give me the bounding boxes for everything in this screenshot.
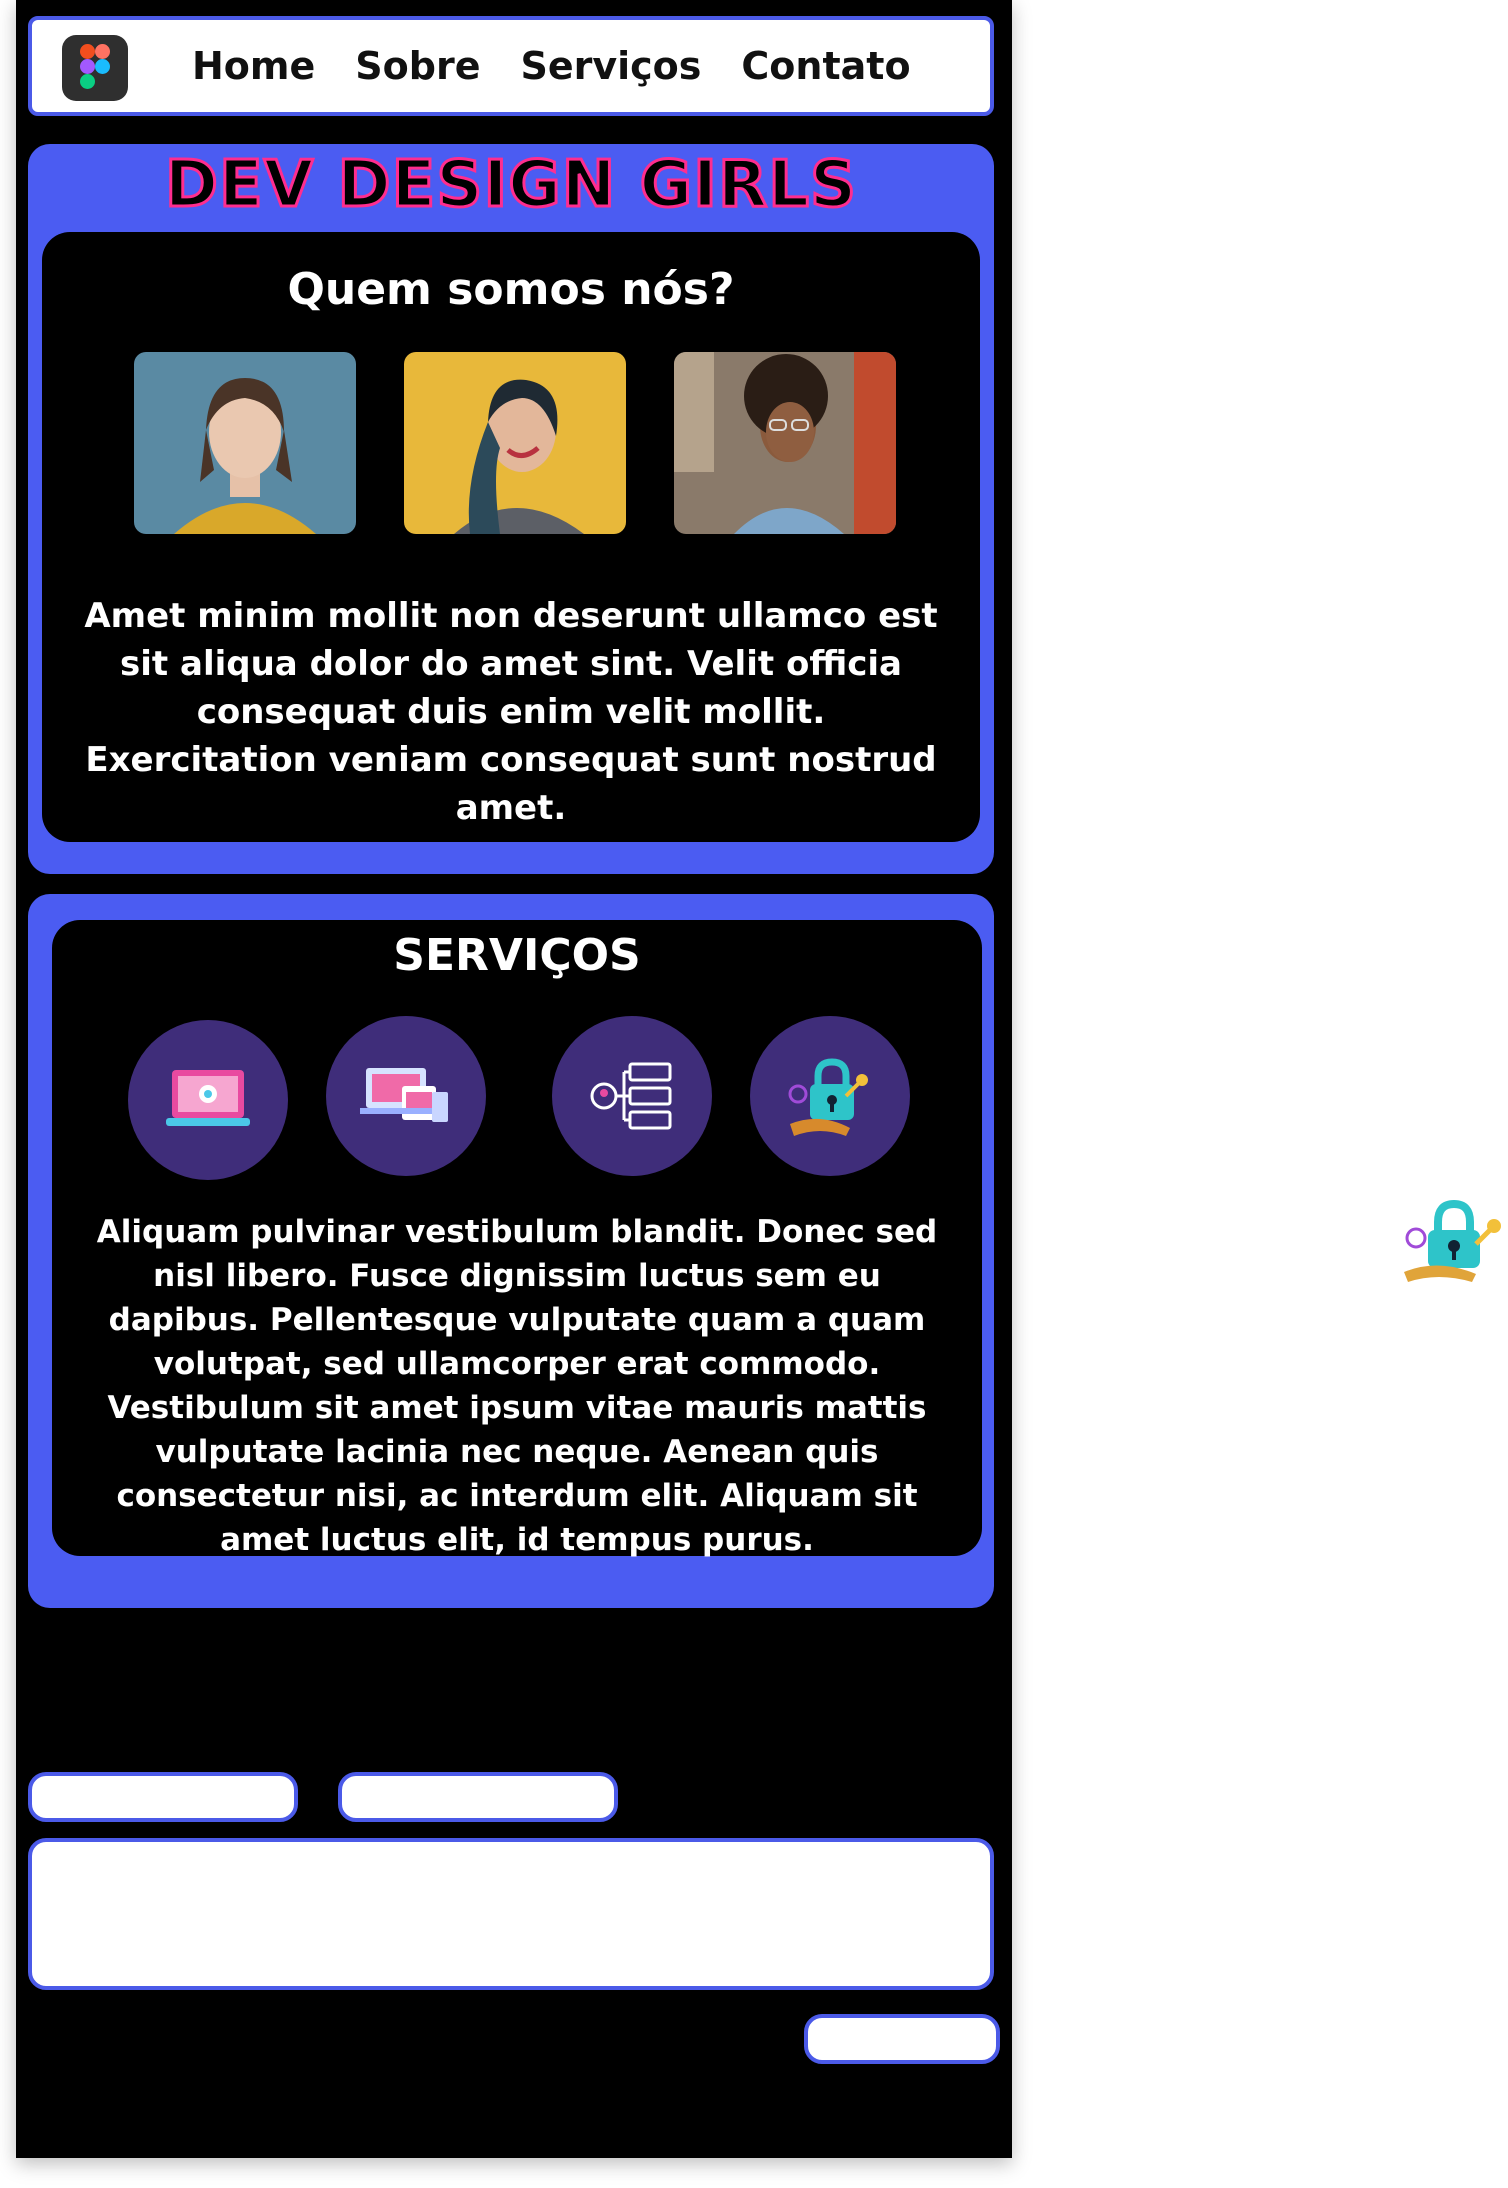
team-photo-1 <box>134 352 356 534</box>
services-title: SERVIÇOS <box>393 930 641 981</box>
page-frame: Home Sobre Serviços Contato DEV DESIGN G… <box>16 0 1012 2158</box>
about-card: Quem somos nós? Amet minim mollit non de… <box>42 232 980 842</box>
services-text: Aliquam pulvinar vestibulum blandit. Don… <box>96 1214 938 1558</box>
services-card: SERVIÇOS Aliquam pulvinar vestibulum bla… <box>52 920 982 1558</box>
nav-servicos[interactable]: Serviços <box>520 44 701 88</box>
nav-contato[interactable]: Contato <box>741 44 910 88</box>
navbar: Home Sobre Serviços Contato <box>28 16 994 116</box>
nav-home[interactable]: Home <box>192 44 315 88</box>
about-section: DEV DESIGN GIRLS Quem somos nós? Amet mi… <box>28 144 994 874</box>
figma-logo-icon[interactable] <box>62 35 128 101</box>
nav-sobre[interactable]: Sobre <box>355 44 480 88</box>
about-text: Amet minim mollit non deserunt ullamco e… <box>84 596 938 828</box>
responsive-devices-icon <box>326 1016 486 1176</box>
brand-title: DEV DESIGN GIRLS <box>163 147 858 224</box>
services-section: SERVIÇOS Aliquam pulvinar vestibulum bla… <box>28 894 994 1608</box>
email-input[interactable] <box>342 1776 614 1818</box>
user-flow-list-icon <box>552 1016 712 1176</box>
email-field[interactable] <box>338 1772 618 1822</box>
security-lock-icon <box>1402 1198 1506 1288</box>
message-field[interactable] <box>28 1838 994 1990</box>
security-lock-icon <box>750 1016 910 1176</box>
nav-links: Home Sobre Serviços Contato <box>192 20 911 112</box>
message-input[interactable] <box>32 1842 990 1986</box>
team-photo-3 <box>674 352 896 534</box>
team-photo-2 <box>404 352 626 534</box>
send-button[interactable] <box>804 2014 1000 2064</box>
name-field[interactable] <box>28 1772 298 1822</box>
about-title: Quem somos nós? <box>287 264 735 315</box>
ui-design-laptop-icon <box>128 1020 288 1180</box>
name-input[interactable] <box>32 1776 294 1818</box>
